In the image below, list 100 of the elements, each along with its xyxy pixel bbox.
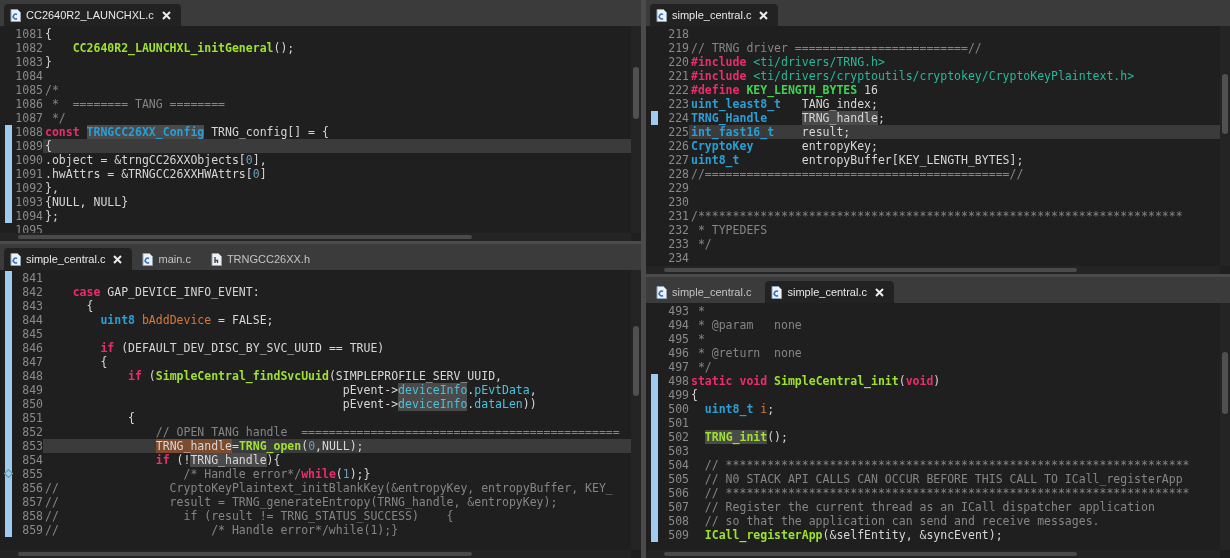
code-line: */ <box>696 237 713 251</box>
vertical-scrollbar[interactable] <box>631 26 641 233</box>
editor-tab[interactable]: simple_central.c <box>765 281 894 303</box>
close-icon[interactable] <box>113 254 123 264</box>
code-line: uint8_t entropyBuffer[KEY_LENGTH_BYTES]; <box>690 153 1025 167</box>
line-number: 857 <box>21 495 43 509</box>
line-number: 846 <box>21 341 43 355</box>
editor-tab[interactable]: simple_central.c <box>650 281 762 303</box>
horizontal-scrollbar[interactable] <box>646 550 1220 558</box>
code-line: { <box>85 299 95 313</box>
line-number: 1087 <box>14 111 43 125</box>
line-number: 507 <box>667 500 689 514</box>
code-line: case GAP_DEVICE_INFO_EVENT: <box>71 285 261 299</box>
close-icon[interactable] <box>874 287 884 297</box>
horizontal-scrollbar[interactable] <box>0 550 631 558</box>
line-number: 509 <box>667 528 689 542</box>
code-line: #define KEY_LENGTH_BYTES 16 <box>690 83 879 97</box>
code-line: // N0 STACK API CALLS CAN OCCUR BEFORE THIS CALL TO ICall_registerApp <box>703 472 1184 486</box>
line-number: 848 <box>21 369 43 383</box>
vertical-scrollbar[interactable] <box>631 270 641 550</box>
line-number: 1082 <box>14 41 43 55</box>
file-icon <box>656 8 667 22</box>
line-number: 1084 <box>14 69 43 83</box>
code-line: TRNG_init(); <box>703 430 789 444</box>
line-number: 856 <box>21 481 43 495</box>
code-line: // OPEN TANG handle ============================================== <box>154 425 621 439</box>
close-icon[interactable] <box>759 10 769 20</box>
line-number: 497 <box>667 360 689 374</box>
code-line: { <box>44 27 53 41</box>
code-line: { <box>690 388 699 402</box>
code-editor[interactable] <box>646 303 1230 558</box>
line-number: 219 <box>667 41 689 55</box>
line-number: 498 <box>667 374 689 388</box>
code-line: // so that the application can send and receive messages. <box>703 514 1101 528</box>
close-icon[interactable] <box>161 10 171 20</box>
code-editor[interactable] <box>0 26 641 241</box>
code-line: * @return none <box>696 346 803 360</box>
code-line: // ******************************************************************* <box>703 486 1191 500</box>
code-line: // TRNG driver =========================// <box>690 41 983 55</box>
code-line: // result = TRNG_generateEntropy(TRNG_handle, &entropyKey); <box>44 495 559 509</box>
line-number: 1081 <box>14 27 43 41</box>
horizontal-scrollbar[interactable] <box>0 233 631 241</box>
code-line: ICall_registerApp(&selfEntity, &syncEvent); <box>703 528 1004 542</box>
code-line: if (SimpleCentral_findSvcUuid(SIMPLEPROFILE_SERV_UUID, <box>127 369 503 383</box>
code-line: static void SimpleCentral_init(void) <box>690 374 942 388</box>
line-number: 231 <box>667 209 689 223</box>
line-number: 218 <box>667 27 689 41</box>
line-number: 1090 <box>14 153 43 167</box>
line-number: 503 <box>667 444 689 458</box>
line-number: 223 <box>667 97 689 111</box>
line-number: 500 <box>667 402 689 416</box>
line-number: 508 <box>667 514 689 528</box>
line-number: 1094 <box>14 209 43 223</box>
code-line: }, <box>44 181 60 195</box>
line-number: 849 <box>21 383 43 397</box>
line-number: 224 <box>667 111 689 125</box>
line-number: 225 <box>667 125 689 139</box>
line-number: 843 <box>21 299 43 313</box>
code-line: { <box>127 411 136 425</box>
code-line: if (!TRNG_handle){ <box>154 453 281 467</box>
line-number: 847 <box>21 355 43 369</box>
code-line: .object = &trngCC26XXObjects[0], <box>44 153 268 167</box>
line-number: 496 <box>667 346 689 360</box>
line-number: 502 <box>667 430 689 444</box>
line-number: 506 <box>667 486 689 500</box>
line-number: 229 <box>667 181 689 195</box>
file-icon <box>10 252 21 266</box>
vertical-scrollbar[interactable] <box>1220 303 1230 550</box>
code-line: * <box>696 304 706 318</box>
code-line: // if (result != TRNG_STATUS_SUCCESS) { <box>44 509 455 523</box>
line-number: 228 <box>667 167 689 181</box>
code-line: pEvent->deviceInfo.dataLen)) <box>341 397 538 411</box>
line-number: 1092 <box>14 181 43 195</box>
horizontal-scrollbar[interactable] <box>646 266 1220 274</box>
line-number: 859 <box>21 523 43 537</box>
editor-tab[interactable]: main.c <box>136 248 201 270</box>
code-line: // CryptoKeyPlaintext_initBlankKey(&entropyKey, entropyBuffer, KEY_ <box>44 481 614 495</box>
file-icon <box>771 285 783 299</box>
line-number: 858 <box>21 509 43 523</box>
line-number: 221 <box>667 69 689 83</box>
editor-tab[interactable]: simple_central.c <box>650 4 779 26</box>
code-editor[interactable] <box>646 26 1230 274</box>
line-number: 227 <box>667 153 689 167</box>
code-line: { <box>99 355 109 369</box>
line-number: 504 <box>667 458 689 472</box>
line-number: 232 <box>667 223 689 237</box>
line-number: 853 <box>21 439 43 453</box>
line-number: 234 <box>667 251 689 265</box>
code-line: TRNG_Handle TRNG_handle; <box>690 111 886 125</box>
code-editor[interactable] <box>0 270 641 558</box>
code-line: * @param none <box>696 318 803 332</box>
code-line: #include <ti/drivers/TRNG.h> <box>690 55 886 69</box>
editor-tab[interactable]: simple_central.c <box>4 248 133 270</box>
code-line: /* Handle error*/while(1);} <box>182 467 372 481</box>
editor-tab[interactable]: CC2640R2_LAUNCHXL.c <box>4 4 181 26</box>
vertical-scrollbar[interactable] <box>1220 26 1230 266</box>
line-number: 233 <box>667 237 689 251</box>
editor-tab[interactable]: TRNGCC26XX.h <box>204 248 321 270</box>
code-line: const TRNGCC26XX_Config TRNG_config[] = { <box>44 125 330 139</box>
code-line: * <box>696 332 706 346</box>
